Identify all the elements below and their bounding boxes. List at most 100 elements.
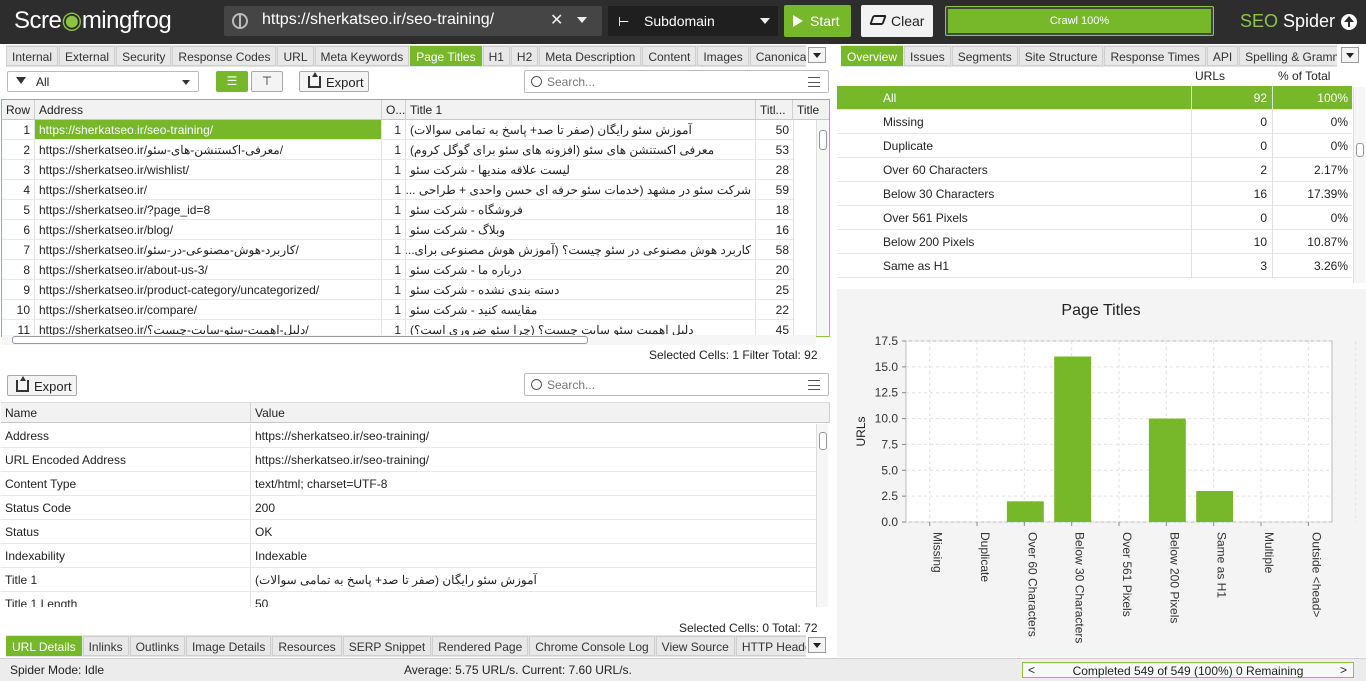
table-cell[interactable]: https://sherkatseo.ir/compare/	[35, 300, 382, 320]
table-cell[interactable]: 1	[382, 240, 406, 260]
overview-row[interactable]: Over 561 Pixels 0 0%	[837, 206, 1352, 230]
search-settings-icon[interactable]	[808, 77, 820, 87]
left-tab-security[interactable]: Security	[116, 46, 172, 66]
column-header[interactable]: Title	[793, 100, 829, 120]
right-tab-overview[interactable]: Overview	[841, 46, 904, 66]
table-row[interactable]: 4 https://sherkatseo.ir/1 شرکت سئو در مشهد…	[2, 180, 818, 200]
detail-cell[interactable]: text/html; charset=UTF-8	[251, 472, 817, 496]
overview-row[interactable]: All 92 100%	[837, 86, 1352, 110]
table-cell[interactable]: 9	[2, 280, 35, 300]
table-cell[interactable]: 3	[2, 160, 35, 180]
table-row[interactable]: 2 https://sherkatseo.ir/معرفی-اکستنشن-های…	[2, 140, 818, 160]
table-cell[interactable]: 58	[756, 240, 794, 260]
search-input[interactable]: Search...	[524, 70, 829, 93]
table-cell[interactable]: کاربرد هوش مصنوعی در سئو چیست؟ (آموزش هو…	[406, 240, 756, 260]
table-cell[interactable]: وبلاگ - شرکت سئو	[406, 220, 756, 240]
detail-row[interactable]: Title 1 آموزش سئو رایگان (صفر تا صد+ پاسخ…	[1, 568, 817, 592]
table-cell[interactable]: 6	[2, 220, 35, 240]
table-cell[interactable]: 2	[2, 140, 35, 160]
crawl-mode-select[interactable]: ⊢ Subdomain	[608, 6, 778, 36]
bottom-tab-url-details[interactable]: URL Details	[6, 636, 82, 656]
table-cell[interactable]: لیست علاقه مندیها - شرکت سئو	[406, 160, 756, 180]
table-cell[interactable]: 1	[382, 180, 406, 200]
detail-cell[interactable]: Status Code	[1, 496, 251, 520]
column-header[interactable]: Value	[251, 403, 830, 423]
bottom-tab-chrome-console-log[interactable]: Chrome Console Log	[529, 636, 655, 656]
column-header[interactable]: Titl...	[756, 100, 793, 120]
bottom-tab-inlinks[interactable]: Inlinks	[82, 636, 129, 656]
table-cell[interactable]: 1	[382, 280, 406, 300]
clear-button[interactable]: Clear	[861, 5, 933, 37]
table-cell[interactable]: 18	[756, 200, 794, 220]
detail-cell[interactable]: آموزش سئو رایگان (صفر تا صد+ پاسخ به تما…	[251, 568, 817, 592]
overview-row[interactable]: Missing 0 0%	[837, 110, 1352, 134]
details-vscroll[interactable]	[816, 424, 828, 607]
detail-cell[interactable]: 200	[251, 496, 817, 520]
left-tab-content[interactable]: Content	[642, 46, 697, 66]
detail-cell[interactable]: https://sherkatseo.ir/seo-training/	[251, 448, 817, 472]
table-cell[interactable]: 59	[756, 180, 794, 200]
table-cell[interactable]: 1	[382, 300, 406, 320]
bottom-tab-image-details[interactable]: Image Details	[185, 636, 272, 656]
detail-row[interactable]: Status OK	[1, 520, 817, 544]
table-row[interactable]: 6 https://sherkatseo.ir/blog/1 وبلاگ - شرک…	[2, 220, 818, 240]
detail-row[interactable]: Address https://sherkatseo.ir/seo-trainin…	[1, 424, 817, 448]
left-tab-meta-keywords[interactable]: Meta Keywords	[314, 46, 410, 66]
table-cell[interactable]: 50	[756, 120, 794, 140]
left-tab-internal[interactable]: Internal	[6, 46, 59, 66]
table-cell[interactable]: 5	[2, 200, 35, 220]
table-row[interactable]: 3 https://sherkatseo.ir/wishlist/1 لیست عل…	[2, 160, 818, 180]
table-cell[interactable]: 1	[2, 120, 35, 140]
bar[interactable]	[1196, 490, 1234, 522]
detail-row[interactable]: Status Code 200	[1, 496, 817, 520]
right-tab-api[interactable]: API	[1206, 46, 1239, 66]
bottom-tab-view-source[interactable]: View Source	[655, 636, 735, 656]
table-cell[interactable]: مقایسه کنید - شرکت سئو	[406, 300, 756, 320]
table-cell[interactable]: 1	[382, 220, 406, 240]
table-cell[interactable]: https://sherkatseo.ir/کاربرد-هوش-مصنوعی-…	[35, 240, 382, 260]
detail-row[interactable]: Indexability Indexable	[1, 544, 817, 568]
right-tab-segments[interactable]: Segments	[951, 46, 1018, 66]
bar[interactable]	[1148, 418, 1186, 522]
left-tab-h2[interactable]: H2	[510, 46, 539, 66]
bottom-tab-http-heade[interactable]: HTTP Heade	[735, 636, 806, 656]
url-input[interactable]: https://sherkatseo.ir/seo-training/ ✕	[224, 6, 602, 36]
detail-cell[interactable]: Status	[1, 520, 251, 544]
table-cell[interactable]: 20	[756, 260, 794, 280]
table-cell[interactable]: 1	[382, 260, 406, 280]
column-header[interactable]: Name	[1, 403, 251, 423]
overview-row[interactable]: Same as H1 3 3.26%	[837, 254, 1352, 278]
details-search-input[interactable]: Search...	[524, 373, 829, 396]
details-export-button[interactable]: Export	[7, 375, 77, 396]
detail-cell[interactable]: https://sherkatseo.ir/seo-training/	[251, 424, 817, 448]
right-tab-site-structure[interactable]: Site Structure	[1018, 46, 1104, 66]
detail-cell[interactable]: Indexability	[1, 544, 251, 568]
table-cell[interactable]: 1	[382, 160, 406, 180]
bottom-tab-rendered-page[interactable]: Rendered Page	[432, 636, 529, 656]
table-cell[interactable]: شرکت سئو در مشهد (خدمات سئو حرفه ای حسن …	[406, 180, 756, 200]
bottom-tabs-overflow-icon[interactable]	[808, 637, 826, 653]
table-row[interactable]: 8 https://sherkatseo.ir/about-us-3/1 دربار…	[2, 260, 818, 280]
table-cell[interactable]: 22	[756, 300, 794, 320]
table-cell[interactable]: https://sherkatseo.ir/product-category/u…	[35, 280, 382, 300]
table-cell[interactable]: درباره ما - شرکت سئو	[406, 260, 756, 280]
search-settings-icon[interactable]	[808, 380, 820, 390]
table-cell[interactable]: https://sherkatseo.ir/معرفی-اکستنشن-های-…	[35, 140, 382, 160]
url-history-dropdown-icon[interactable]	[577, 17, 587, 23]
table-cell[interactable]: آموزش سئو رایگان (صفر تا صد+ پاسخ به تما…	[406, 120, 756, 140]
table-cell[interactable]: https://sherkatseo.ir/blog/	[35, 220, 382, 240]
detail-row[interactable]: URL Encoded Address https://sherkatseo.ir…	[1, 448, 817, 472]
table-cell[interactable]: 1	[382, 120, 406, 140]
left-tab-h1[interactable]: H1	[482, 46, 510, 66]
left-tab-page-titles[interactable]: Page Titles	[410, 46, 482, 66]
table-row[interactable]: 5 https://sherkatseo.ir/?page_id=8 1 فروشگا…	[2, 200, 818, 220]
detail-cell[interactable]: Title 1 Length	[1, 592, 251, 607]
table-cell[interactable]: 16	[756, 220, 794, 240]
overview-row[interactable]: Over 60 Characters 2 2.17%	[837, 158, 1352, 182]
export-button[interactable]: Export	[299, 71, 369, 92]
bottom-tab-resources[interactable]: Resources	[272, 636, 342, 656]
detail-row[interactable]: Content Type text/html; charset=UTF-8	[1, 472, 817, 496]
bar[interactable]	[1006, 501, 1044, 522]
tree-view-icon[interactable]: ⊤	[251, 71, 283, 92]
left-tab-external[interactable]: External	[59, 46, 116, 66]
